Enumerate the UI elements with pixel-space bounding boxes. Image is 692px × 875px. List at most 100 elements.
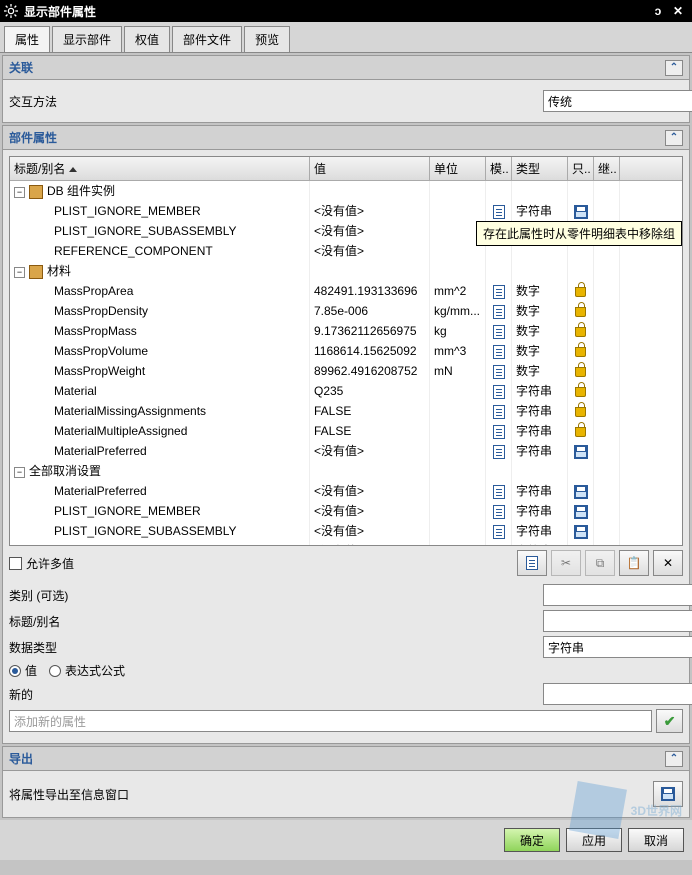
attr-unit: kg/mm... bbox=[430, 301, 486, 321]
allow-multi-checkbox[interactable]: 允许多值 bbox=[9, 555, 74, 572]
ok-button[interactable]: 确定 bbox=[504, 828, 560, 852]
cube-icon bbox=[29, 265, 43, 279]
section-title-partattr: 部件属性 bbox=[9, 129, 57, 146]
attr-type: 数字 bbox=[512, 341, 568, 361]
confirm-add-button[interactable]: ✔ bbox=[656, 709, 683, 733]
lock-icon bbox=[575, 367, 586, 377]
document-icon bbox=[493, 385, 505, 399]
table-row[interactable]: MassPropDensity7.85e-006kg/mm...数字 bbox=[10, 301, 682, 321]
table-row[interactable]: PLIST_IGNORE_SUBASSEMBLY<没有值>字符串 bbox=[10, 521, 682, 541]
tab-show-part[interactable]: 显示部件 bbox=[52, 26, 122, 52]
save-icon bbox=[574, 485, 588, 499]
apply-button[interactable]: 应用 bbox=[566, 828, 622, 852]
col-type[interactable]: 类型 bbox=[512, 157, 568, 180]
attr-model bbox=[486, 521, 512, 541]
cancel-button[interactable]: 取消 bbox=[628, 828, 684, 852]
group-row[interactable]: −全部取消设置 bbox=[10, 461, 682, 481]
category-label: 类别 (可选) bbox=[9, 587, 129, 604]
table-row[interactable]: MaterialMultipleAssignedFALSE字符串 bbox=[10, 421, 682, 441]
attr-model bbox=[486, 401, 512, 421]
col-readonly[interactable]: 只.. bbox=[568, 157, 594, 180]
tree-toggle[interactable]: − bbox=[14, 187, 25, 198]
close-button[interactable]: ✕ bbox=[668, 4, 688, 18]
tab-part-file[interactable]: 部件文件 bbox=[172, 26, 242, 52]
new-doc-button[interactable] bbox=[517, 550, 547, 576]
attr-readonly bbox=[568, 481, 594, 501]
document-icon bbox=[493, 285, 505, 299]
col-inherit[interactable]: 继.. bbox=[594, 157, 620, 180]
collapse-assoc[interactable]: ⌃ bbox=[665, 60, 683, 76]
delete-button[interactable]: ✕ bbox=[653, 550, 683, 576]
table-row[interactable]: MaterialPreferred<没有值>字符串 bbox=[10, 481, 682, 501]
export-button[interactable] bbox=[653, 781, 683, 807]
group-row[interactable]: −DB 组件实例 bbox=[10, 181, 682, 201]
attr-readonly bbox=[568, 421, 594, 441]
table-row[interactable]: MaterialQ235字符串 bbox=[10, 381, 682, 401]
title-alias-select[interactable] bbox=[543, 610, 692, 632]
col-title[interactable]: 标题/别名 bbox=[10, 157, 310, 180]
table-row[interactable]: MassPropArea482491.193133696mm^2数字 bbox=[10, 281, 682, 301]
sort-asc-icon bbox=[69, 167, 77, 172]
new-value-input[interactable] bbox=[543, 683, 692, 705]
tab-weight[interactable]: 权值 bbox=[124, 26, 170, 52]
attr-title: PLIST_IGNORE_MEMBER bbox=[54, 504, 201, 518]
group-row[interactable]: − 材料 bbox=[10, 261, 682, 281]
grid-body[interactable]: 存在此属性时从零件明细表中移除组 −DB 组件实例PLIST_IGNORE_ME… bbox=[10, 181, 682, 545]
table-row[interactable]: PLIST_IGNORE_MEMBER<没有值>字符串 bbox=[10, 501, 682, 521]
tab-properties[interactable]: 属性 bbox=[4, 26, 50, 52]
attr-value: <没有值> bbox=[310, 541, 430, 545]
document-icon bbox=[493, 365, 505, 379]
table-row[interactable]: MassPropMass9.17362112656975kg数字 bbox=[10, 321, 682, 341]
table-row[interactable]: MaterialPreferred<没有值>字符串 bbox=[10, 441, 682, 461]
data-type-select[interactable] bbox=[543, 636, 692, 658]
table-row[interactable]: REFERENCE_COMPONENT<没有值>字符串 bbox=[10, 541, 682, 545]
tree-toggle[interactable]: − bbox=[14, 267, 25, 278]
document-icon bbox=[493, 525, 505, 539]
attr-type: 字符串 bbox=[512, 201, 568, 221]
group-name: 材料 bbox=[47, 264, 71, 278]
attr-value: FALSE bbox=[310, 421, 430, 441]
interaction-method-select[interactable] bbox=[543, 90, 692, 112]
table-row[interactable]: MassPropWeight89962.4916208752mN数字 bbox=[10, 361, 682, 381]
export-label: 将属性导出至信息窗口 bbox=[9, 786, 653, 803]
category-select[interactable] bbox=[543, 584, 692, 606]
attr-title: PLIST_IGNORE_SUBASSEMBLY bbox=[54, 224, 237, 238]
attr-title: MassPropMass bbox=[54, 324, 137, 338]
attr-model bbox=[486, 381, 512, 401]
attr-unit bbox=[430, 521, 486, 541]
help-button[interactable]: ɔ bbox=[648, 4, 668, 18]
collapse-export[interactable]: ⌃ bbox=[665, 751, 683, 767]
attr-unit: kg bbox=[430, 321, 486, 341]
add-attribute-input[interactable] bbox=[9, 710, 652, 732]
save-icon bbox=[574, 525, 588, 539]
attr-readonly bbox=[568, 541, 594, 545]
group-name: 全部取消设置 bbox=[29, 464, 101, 478]
col-value[interactable]: 值 bbox=[310, 157, 430, 180]
attr-title: MassPropVolume bbox=[54, 344, 148, 358]
table-row[interactable]: MassPropVolume1168614.15625092mm^3数字 bbox=[10, 341, 682, 361]
table-row[interactable]: PLIST_IGNORE_MEMBER<没有值>字符串 bbox=[10, 201, 682, 221]
section-export: 导出 ⌃ 将属性导出至信息窗口 bbox=[2, 746, 690, 818]
cut-button[interactable]: ✂ bbox=[551, 550, 581, 576]
section-association: 关联 ⌃ 交互方法 bbox=[2, 55, 690, 123]
dialog-footer: 确定 应用 取消 bbox=[0, 820, 692, 860]
attr-type: 字符串 bbox=[512, 481, 568, 501]
collapse-partattr[interactable]: ⌃ bbox=[665, 130, 683, 146]
table-row[interactable]: MaterialMissingAssignmentsFALSE字符串 bbox=[10, 401, 682, 421]
attr-value: <没有值> bbox=[310, 521, 430, 541]
tree-toggle[interactable]: − bbox=[14, 467, 25, 478]
col-model[interactable]: 模.. bbox=[486, 157, 512, 180]
col-unit[interactable]: 单位 bbox=[430, 157, 486, 180]
attr-unit bbox=[430, 481, 486, 501]
attr-model bbox=[486, 201, 512, 221]
attr-value: FALSE bbox=[310, 401, 430, 421]
copy-button[interactable]: ⧉ bbox=[585, 550, 615, 576]
attr-title: MassPropDensity bbox=[54, 304, 148, 318]
attr-title: PLIST_IGNORE_SUBASSEMBLY bbox=[54, 524, 237, 538]
paste-button[interactable]: 📋 bbox=[619, 550, 649, 576]
radio-value[interactable]: 值 bbox=[9, 662, 37, 679]
attr-type: 字符串 bbox=[512, 401, 568, 421]
attr-value: 89962.4916208752 bbox=[310, 361, 430, 381]
tab-preview[interactable]: 预览 bbox=[244, 26, 290, 52]
radio-expression[interactable]: 表达式公式 bbox=[49, 662, 125, 679]
